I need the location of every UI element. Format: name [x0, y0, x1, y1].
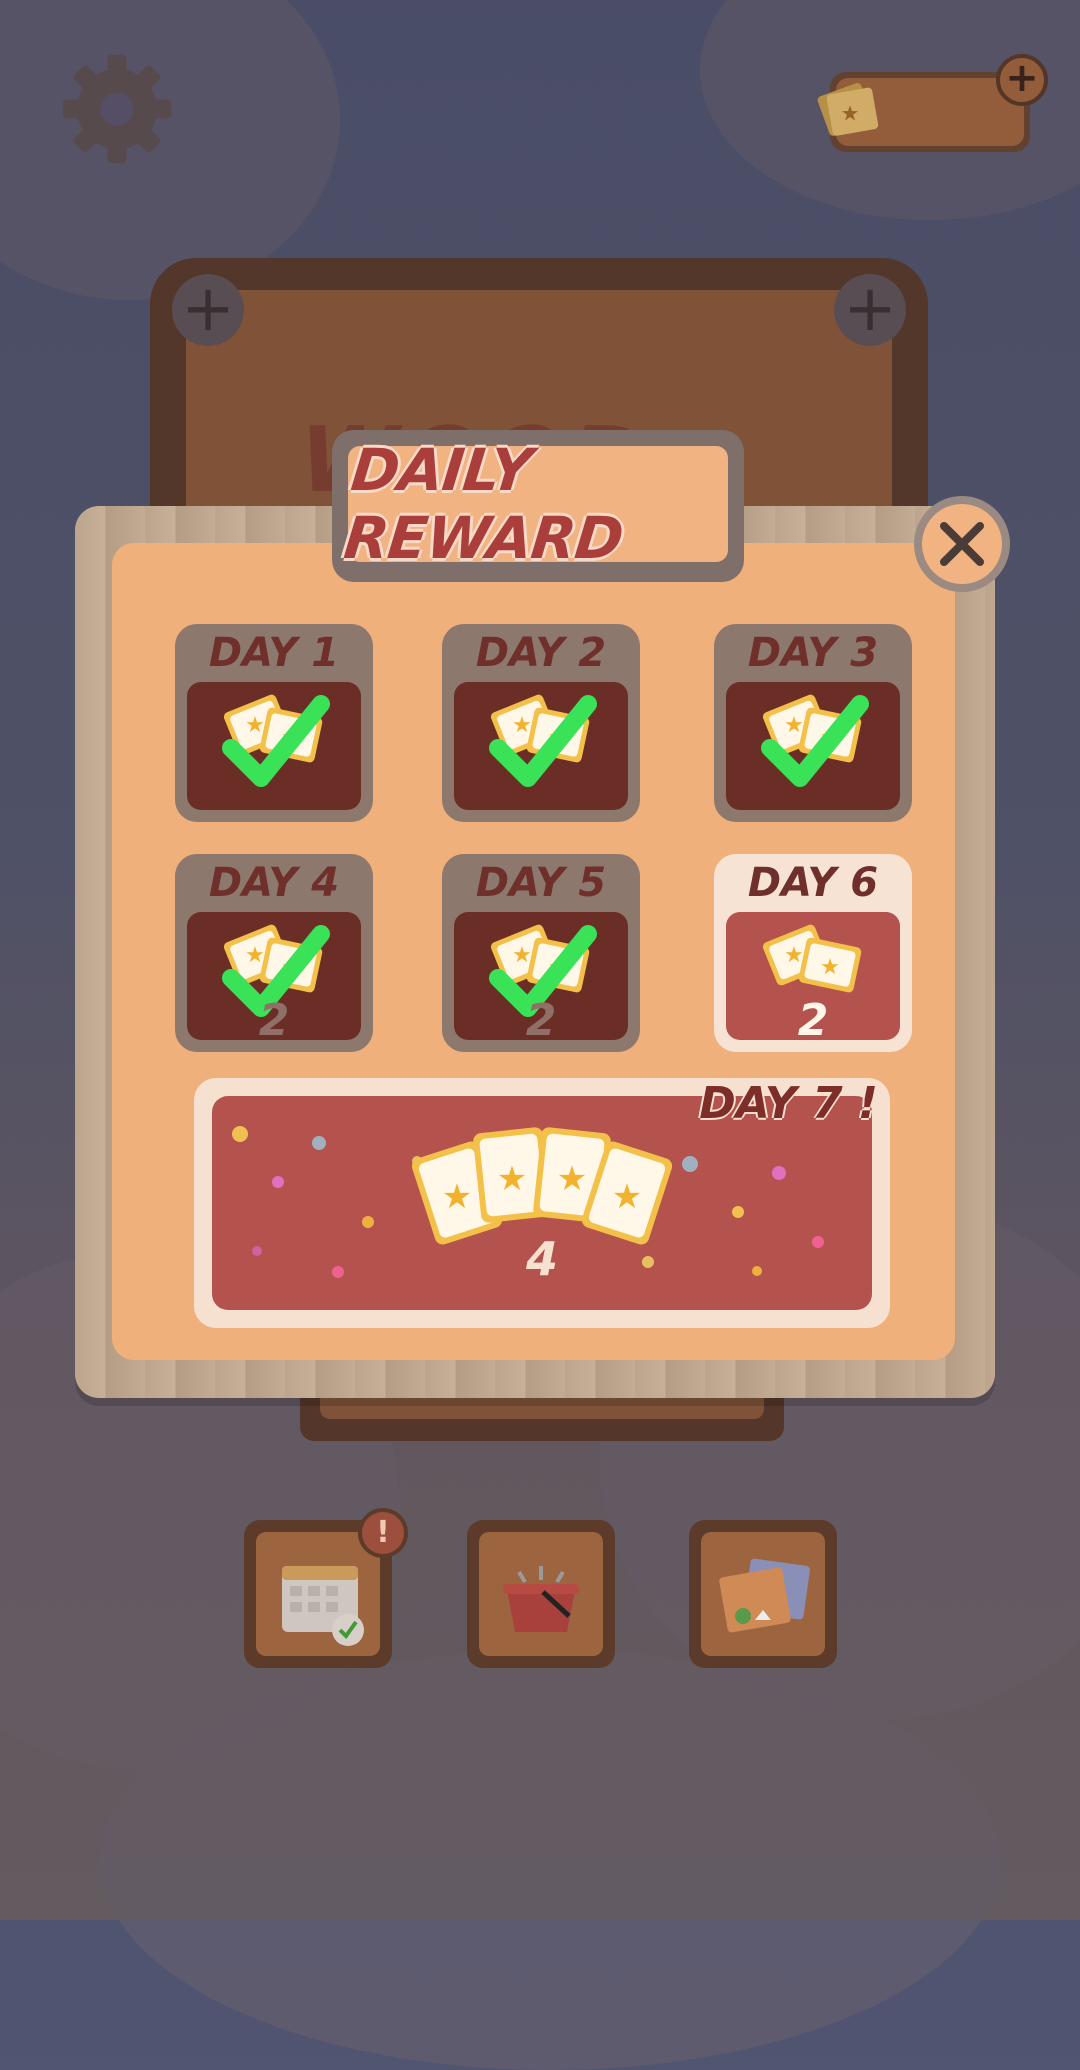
title-plate: DAILY REWARD [332, 430, 744, 582]
day-7-label: DAY 7 ! [699, 1078, 878, 1129]
check-icon [222, 695, 330, 787]
day-amount: 2 [525, 995, 557, 1046]
day-card-6[interactable]: DAY 6 ★ ★ 2 [714, 854, 912, 1052]
svg-text:★: ★ [442, 1177, 472, 1217]
calendar-icon [282, 1566, 364, 1646]
svg-text:★: ★ [784, 943, 804, 968]
calendar-alert-badge: ! [358, 1508, 408, 1558]
day-label: DAY 2 [475, 630, 607, 676]
check-icon [761, 695, 869, 787]
day-label: DAY 3 [747, 630, 879, 676]
day-card-5[interactable]: DAY 5 ★ ★ 2 [442, 854, 640, 1052]
day-amount: 2 [258, 995, 290, 1046]
svg-text:★: ★ [612, 1177, 642, 1217]
svg-text:★: ★ [497, 1159, 527, 1199]
check-icon [489, 695, 597, 787]
day-card-2[interactable]: DAY 2 ★ ★ [442, 624, 640, 822]
day-amount: 2 [797, 995, 829, 1046]
day-label: DAY 4 [208, 860, 340, 906]
svg-text:★: ★ [557, 1159, 587, 1199]
daily-reward-title: DAILY REWARD [340, 436, 626, 572]
gallery-icon [719, 1558, 810, 1633]
close-button[interactable] [914, 496, 1010, 592]
svg-text:★: ★ [820, 955, 840, 980]
shop-button[interactable] [467, 1520, 615, 1668]
close-icon [940, 522, 984, 566]
day-card-1[interactable]: DAY 1 ★ ★ [175, 624, 373, 822]
day-7-card[interactable]: ★ ★ ★ ★ DAY 7 ! 4 [194, 1078, 890, 1328]
day-label: DAY 1 [208, 630, 340, 676]
gallery-button[interactable] [689, 1520, 837, 1668]
day-card-4[interactable]: DAY 4 ★ ★ 2 [175, 854, 373, 1052]
day-label: DAY 6 [747, 860, 879, 906]
day-label: DAY 5 [475, 860, 607, 906]
basket-icon [503, 1566, 579, 1632]
day-card-3[interactable]: DAY 3 ★ ★ [714, 624, 912, 822]
day-7-amount: 4 [525, 1232, 558, 1286]
